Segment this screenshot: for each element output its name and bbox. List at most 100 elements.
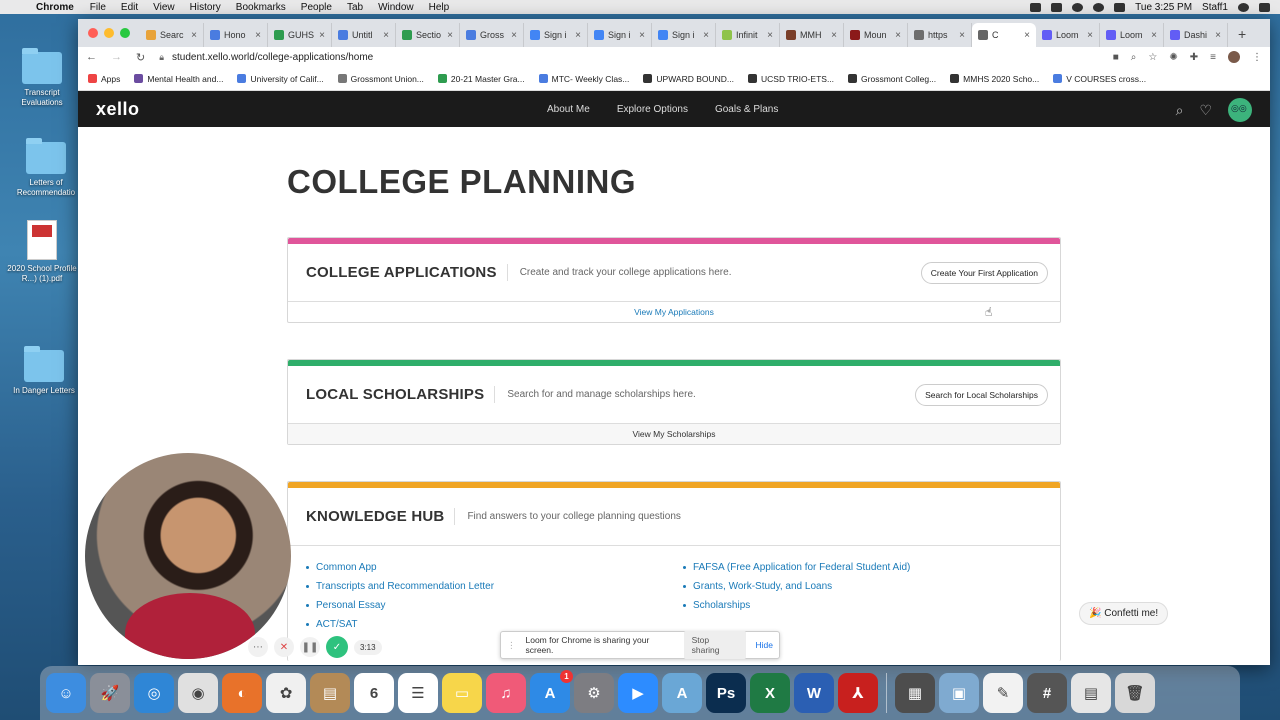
desktop-folder-in-danger[interactable]: In Danger Letters — [8, 346, 80, 396]
link-transcripts[interactable]: Transcripts and Recommendation Letter — [306, 581, 683, 592]
close-tab-icon[interactable]: × — [319, 30, 325, 41]
nav-about-me[interactable]: About Me — [547, 104, 590, 115]
browser-tab[interactable]: https × — [908, 23, 972, 47]
finish-recording-icon[interactable]: ✓ — [326, 636, 348, 658]
drag-handle-icon[interactable]: ⋮ — [507, 640, 516, 651]
link-grants[interactable]: Grants, Work-Study, and Loans — [683, 581, 1060, 592]
menu-tab[interactable]: Tab — [347, 2, 363, 13]
loom-status-icon[interactable] — [1072, 2, 1084, 12]
menubar-clock[interactable]: Tue 3:25 PM — [1135, 2, 1192, 13]
dock-zoom-icon[interactable]: ▶ — [618, 673, 658, 713]
menu-edit[interactable]: Edit — [121, 2, 138, 13]
link-fafsa[interactable]: FAFSA (Free Application for Federal Stud… — [683, 562, 1060, 573]
dock-archive-icon[interactable]: A — [662, 673, 702, 713]
browser-tab[interactable]: Untitl × — [332, 23, 396, 47]
dock-calculator-icon[interactable]: ▦ — [895, 673, 935, 713]
browser-tab[interactable]: Dashi × — [1164, 23, 1228, 47]
more-options-icon[interactable]: ⋯ — [248, 637, 268, 657]
close-tab-icon[interactable]: × — [1215, 30, 1221, 41]
close-tab-icon[interactable]: × — [1087, 30, 1093, 41]
dock-music-icon[interactable]: ♫ — [486, 673, 526, 713]
close-tab-icon[interactable]: × — [575, 30, 581, 41]
menubar-app-name[interactable]: Chrome — [36, 2, 74, 13]
menu-history[interactable]: History — [190, 2, 221, 13]
zoom-status-icon[interactable] — [1051, 2, 1063, 12]
browser-tab[interactable]: Sectio × — [396, 23, 460, 47]
microphone-icon[interactable] — [1030, 2, 1042, 12]
zoom-icon[interactable]: ⌕ — [1131, 52, 1137, 63]
menu-view[interactable]: View — [153, 2, 175, 13]
dock-acrobat-icon[interactable]: ⅄ — [838, 673, 878, 713]
close-tab-icon[interactable]: × — [895, 30, 901, 41]
close-tab-icon[interactable]: × — [767, 30, 773, 41]
dock-app-store-icon[interactable]: A1 — [530, 670, 573, 713]
desktop-folder-transcripts[interactable]: Transcript Evaluations — [6, 48, 78, 108]
minimize-window-icon[interactable] — [104, 28, 114, 38]
menu-bookmarks[interactable]: Bookmarks — [236, 2, 286, 13]
close-tab-icon[interactable]: × — [703, 30, 709, 41]
bookmark-item[interactable]: V COURSES cross... — [1053, 74, 1146, 84]
bookmark-item[interactable]: Mental Health and... — [134, 74, 223, 84]
browser-tab[interactable]: Sign i × — [652, 23, 716, 47]
forward-arrow-icon[interactable]: → — [111, 51, 122, 63]
dock-calendar-icon[interactable]: 6 — [354, 673, 394, 713]
heart-icon[interactable]: ♡ — [1199, 102, 1212, 119]
nav-goals-plans[interactable]: Goals & Plans — [715, 104, 778, 115]
dock-chrome-icon[interactable]: ◉ — [178, 673, 218, 713]
close-tab-icon[interactable]: × — [511, 30, 517, 41]
dock-textedit-icon[interactable]: ✎ — [983, 673, 1023, 713]
close-window-icon[interactable] — [88, 28, 98, 38]
link-common-app[interactable]: Common App — [306, 562, 683, 573]
bookmark-item[interactable]: Grossmont Union... — [337, 74, 424, 84]
bookmark-item[interactable]: MTC- Weekly Clas... — [538, 74, 629, 84]
dock-word-icon[interactable]: W — [794, 673, 834, 713]
close-tab-icon[interactable]: × — [191, 30, 197, 41]
pause-icon[interactable]: ❚❚ — [300, 637, 320, 657]
new-tab-icon[interactable]: + — [1228, 26, 1246, 47]
view-my-scholarships-link[interactable]: View My Scholarships — [288, 423, 1060, 444]
loom-extension-icon[interactable]: ✺ — [1169, 52, 1177, 63]
menu-file[interactable]: File — [90, 2, 106, 13]
close-tab-icon[interactable]: × — [255, 30, 261, 41]
dock-safari-icon[interactable]: ◎ — [134, 673, 174, 713]
browser-tab[interactable]: MMH × — [780, 23, 844, 47]
dock-notes-icon[interactable]: ▭ — [442, 673, 482, 713]
close-tab-icon[interactable]: × — [831, 30, 837, 41]
menu-help[interactable]: Help — [429, 2, 450, 13]
close-tab-icon[interactable]: × — [639, 30, 645, 41]
bookmark-item[interactable]: 20-21 Master Gra... — [437, 74, 525, 84]
wifi-icon[interactable] — [1093, 2, 1105, 12]
dock-trash-icon[interactable]: 🗑 — [1115, 673, 1155, 713]
hide-banner-button[interactable]: Hide — [756, 640, 773, 650]
browser-tab[interactable]: GUHS × — [268, 23, 332, 47]
dock-calculator-2-icon[interactable]: # — [1027, 673, 1067, 713]
loom-webcam-bubble[interactable] — [85, 453, 291, 659]
xello-logo[interactable]: xello — [96, 99, 140, 120]
dock-launchpad-icon[interactable]: 🚀 — [90, 673, 130, 713]
link-scholarships[interactable]: Scholarships — [683, 600, 1060, 611]
lock-icon[interactable]: 🔒︎ — [159, 52, 164, 63]
bookmark-item[interactable]: University of Calif... — [237, 74, 324, 84]
nav-explore-options[interactable]: Explore Options — [617, 104, 688, 115]
browser-tab[interactable]: Gross × — [460, 23, 524, 47]
create-first-application-button[interactable]: Create Your First Application — [920, 261, 1048, 284]
bookmark-star-icon[interactable]: ☆ — [1148, 52, 1157, 63]
dock-excel-icon[interactable]: X — [750, 673, 790, 713]
reading-list-icon[interactable]: ≡ — [1210, 52, 1216, 63]
bookmark-item[interactable]: Apps — [88, 74, 120, 84]
close-tab-icon[interactable]: × — [1151, 30, 1157, 41]
desktop-folder-letters[interactable]: Letters of Recommendatio — [10, 138, 82, 198]
close-tab-icon[interactable]: × — [959, 30, 965, 41]
stop-sharing-button[interactable]: Stop sharing — [683, 631, 746, 659]
dock-system-preferences-icon[interactable]: ⚙ — [574, 673, 614, 713]
dock-preview-icon[interactable]: ▣ — [939, 673, 979, 713]
search-icon[interactable]: ⌕ — [1176, 102, 1184, 119]
more-menu-icon[interactable]: ⋮ — [1252, 52, 1262, 63]
menubar-user[interactable]: Staff1 — [1202, 2, 1228, 13]
close-tab-icon[interactable]: × — [447, 30, 453, 41]
search-local-scholarships-button[interactable]: Search for Local Scholarships — [915, 383, 1048, 406]
dock-downloads-icon[interactable]: ▤ — [1071, 673, 1111, 713]
user-avatar[interactable] — [1228, 98, 1252, 122]
camera-icon[interactable]: ■ — [1113, 52, 1119, 63]
browser-tab[interactable]: Moun × — [844, 23, 908, 47]
